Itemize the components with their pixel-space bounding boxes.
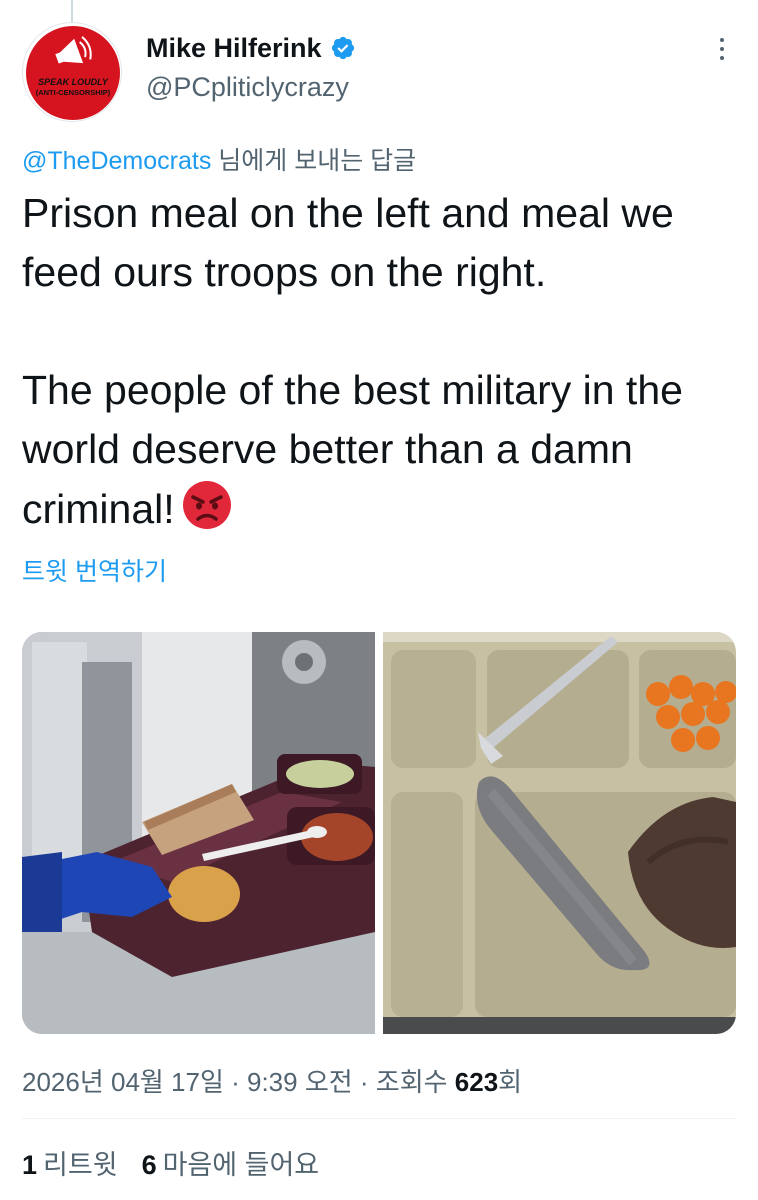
- reply-to-suffix: 님에게 보내는 답글: [211, 147, 417, 175]
- avatar-text-line1: SPEAK LOUDLY: [38, 77, 109, 87]
- prison-meal-photo[interactable]: [22, 632, 375, 1034]
- tweet-text-block: Prison meal on the left and meal we feed…: [22, 184, 742, 539]
- media-grid: [22, 632, 736, 1034]
- thread-connector-line: [71, 0, 73, 22]
- tweet-header: SPEAK LOUDLY (ANTI-CENSORSHIP) Mike Hilf…: [22, 22, 736, 122]
- retweets-stat[interactable]: 1 리트윗: [22, 1143, 118, 1182]
- likes-count: 6: [141, 1150, 157, 1180]
- likes-stat[interactable]: 6 마음에 들어요: [142, 1143, 320, 1182]
- avatar-text-line2: (ANTI-CENSORSHIP): [36, 88, 111, 97]
- engagement-stats: 1 리트윗 6 마음에 들어요: [22, 1143, 319, 1182]
- reply-to-handle-link[interactable]: @TheDemocrats: [22, 147, 211, 175]
- likes-label: 마음에 들어요: [162, 1150, 320, 1180]
- meta-separator: ·: [223, 1067, 247, 1097]
- reply-to-line: @TheDemocrats 님에게 보내는 답글: [22, 141, 416, 177]
- author-handle[interactable]: @PCpliticlycrazy: [146, 72, 356, 103]
- views-suffix: 회: [498, 1067, 523, 1097]
- more-options-icon[interactable]: [718, 38, 726, 68]
- military-meal-photo[interactable]: [383, 632, 736, 1034]
- views-label: 조회수: [375, 1067, 448, 1097]
- retweets-label: 리트윗: [43, 1150, 118, 1180]
- author-display-name[interactable]: Mike Hilferink: [146, 33, 322, 64]
- tweet-meta: 2026년 04월 17일 · 9:39 오전 · 조회수 623회: [22, 1062, 522, 1099]
- retweets-count: 1: [22, 1150, 38, 1180]
- tweet-body: Prison meal on the left and meal we feed…: [22, 190, 683, 532]
- verified-badge-icon: [330, 35, 356, 61]
- meta-separator: ·: [352, 1067, 376, 1097]
- angry-face-icon: [181, 479, 233, 531]
- author-info: Mike Hilferink @PCpliticlycrazy: [146, 32, 356, 103]
- views-count: 623: [454, 1067, 499, 1097]
- tweet-time[interactable]: 9:39 오전: [247, 1067, 353, 1097]
- avatar[interactable]: SPEAK LOUDLY (ANTI-CENSORSHIP): [22, 22, 122, 122]
- translate-tweet-link[interactable]: 트윗 번역하기: [22, 552, 167, 588]
- avatar-image: SPEAK LOUDLY (ANTI-CENSORSHIP): [26, 26, 120, 120]
- stats-divider: [22, 1118, 736, 1119]
- tweet-date[interactable]: 2026년 04월 17일: [22, 1067, 224, 1097]
